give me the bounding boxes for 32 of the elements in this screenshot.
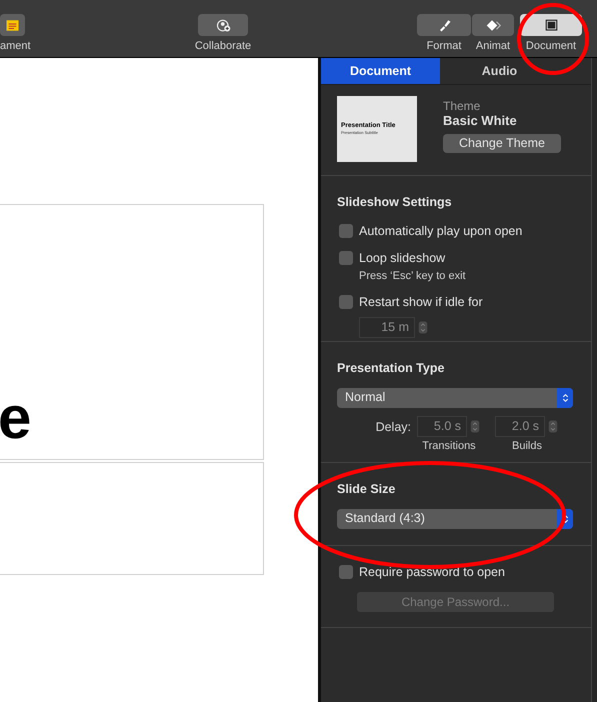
slide-title: e <box>0 388 32 448</box>
delay-label: Delay: <box>374 418 412 436</box>
field-caption: Transitions <box>422 438 476 454</box>
checkbox-label: Require password to open <box>359 564 505 581</box>
number-field[interactable]: 15 m <box>359 316 415 338</box>
dropdown[interactable]: Standard (4:3) <box>337 508 573 529</box>
person-add-icon <box>216 18 230 32</box>
checkbox[interactable] <box>339 224 353 238</box>
checkbox-label: Loop slideshow <box>359 250 446 267</box>
checkbox-label: Automatically play upon open <box>359 222 522 240</box>
section-heading: Presentation Type <box>337 360 446 377</box>
field-caption: Builds <box>512 438 542 454</box>
theme-caption: Theme <box>443 99 482 113</box>
toolbar-button[interactable]: ament <box>0 14 30 54</box>
document-icon <box>544 18 558 32</box>
toolbar-button[interactable]: Collaborate <box>190 14 256 54</box>
section-heading: Slideshow Settings <box>337 194 453 211</box>
note-icon <box>5 18 20 32</box>
section-heading: Slide Size <box>337 481 396 498</box>
checkbox[interactable] <box>339 295 353 310</box>
number-field[interactable]: 5.0 s <box>417 416 467 437</box>
annotation-ellipse <box>517 3 589 75</box>
theme-name: Basic White <box>443 113 518 129</box>
checkbox-label: Restart show if idle for <box>359 294 483 311</box>
hint-text: Press ‘Esc’ key to exit <box>359 269 467 284</box>
checkbox[interactable] <box>339 565 353 580</box>
dropdown[interactable]: Normal <box>337 388 573 408</box>
change-theme-button[interactable]: Change Theme <box>443 134 561 153</box>
inspector-tab[interactable]: Document <box>321 58 440 84</box>
diamond-icon <box>486 18 500 32</box>
checkbox[interactable] <box>339 250 353 265</box>
number-field[interactable]: 2.0 s <box>495 416 545 437</box>
